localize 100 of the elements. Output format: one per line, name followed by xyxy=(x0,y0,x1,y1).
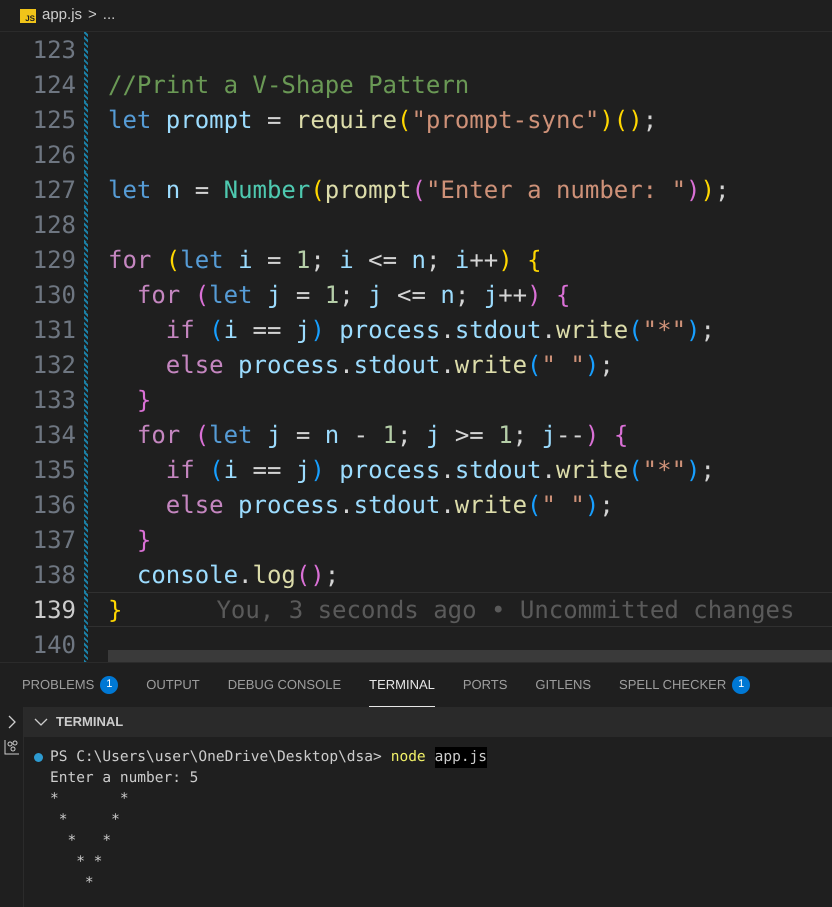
terminal-output: * xyxy=(84,875,94,891)
code-token: ; xyxy=(426,244,442,276)
line-number: 136 xyxy=(32,490,76,520)
code-token: ; xyxy=(714,174,730,206)
code-token: )() xyxy=(599,104,643,136)
panel-tab[interactable]: SPELL CHECKER 1 xyxy=(619,663,750,707)
code-token: j xyxy=(426,420,440,450)
code-token: n xyxy=(412,244,426,276)
code-token: == xyxy=(252,454,282,486)
code-token: ) xyxy=(584,420,600,450)
code-token: ; xyxy=(454,280,470,310)
breadcrumb-more[interactable]: ... xyxy=(102,4,116,27)
panel-tab[interactable]: OUTPUT xyxy=(146,663,200,707)
code-token: ++ xyxy=(469,244,498,276)
breadcrumb-separator: > xyxy=(88,5,97,26)
line-number: 131 xyxy=(32,314,76,346)
code-token: . xyxy=(440,490,455,520)
line-number: 129 xyxy=(32,244,76,276)
code-token: . xyxy=(339,350,354,380)
code-token: i xyxy=(224,314,238,346)
code-token: ; xyxy=(324,560,340,590)
code-token: ) xyxy=(686,174,700,206)
code-token: ) xyxy=(498,244,513,276)
panel-tab[interactable]: DEBUG CONSOLE xyxy=(228,663,342,707)
code-token: write xyxy=(556,314,628,346)
code-token: write xyxy=(454,350,528,380)
code-token: ( xyxy=(310,174,325,206)
line-number: 127 xyxy=(32,174,76,206)
code-token: //Print a V-Shape Pattern xyxy=(108,70,470,100)
count-badge: 1 xyxy=(732,676,750,694)
code-token: let xyxy=(209,420,253,450)
chevron-right-icon[interactable] xyxy=(6,715,16,729)
breadcrumb-file[interactable]: app.js xyxy=(42,4,82,27)
line-number: 135 xyxy=(32,454,76,486)
code-token: stdout xyxy=(354,490,440,520)
line-number: 133 xyxy=(32,384,76,416)
line-number: 124 xyxy=(32,70,76,100)
code-token: = xyxy=(266,244,282,276)
code-token: "Enter a number: " xyxy=(426,174,686,206)
panel-tab[interactable]: PORTS xyxy=(462,663,508,707)
tree-view-icon[interactable] xyxy=(4,739,20,755)
line-number: 128 xyxy=(32,210,76,240)
code-token: ; xyxy=(310,244,326,276)
code-token: else xyxy=(164,490,224,520)
code-token: } xyxy=(136,384,152,416)
code-token: if xyxy=(164,454,195,486)
code-token: 1 xyxy=(296,244,310,276)
code-token: { xyxy=(526,244,542,276)
line-number: 130 xyxy=(32,280,76,310)
js-file-icon: JS xyxy=(20,8,36,22)
code-token: <= xyxy=(396,280,427,310)
code-token: <= xyxy=(367,244,398,276)
code-token: ) xyxy=(584,350,600,380)
terminal-prompt: PS C:\Users\user\OneDrive\Desktop\dsa> xyxy=(50,748,382,767)
code-token: - xyxy=(352,420,370,450)
code-token: log xyxy=(252,560,296,590)
code-token: ( xyxy=(164,244,180,276)
code-token: ( xyxy=(628,314,643,346)
code-token: j xyxy=(266,420,282,450)
code-token: process xyxy=(237,490,340,520)
code-token: 1 xyxy=(498,420,513,450)
terminal-output: Enter a number: 5 xyxy=(50,770,198,786)
code-token: stdout xyxy=(454,314,542,346)
terminal-command: node xyxy=(390,748,426,767)
code-token: else xyxy=(164,350,224,380)
code-token: "*" xyxy=(642,454,686,486)
code-token: j xyxy=(266,280,282,310)
code-token: ; xyxy=(700,314,715,346)
terminal-output: * * xyxy=(50,791,129,807)
code-token: . xyxy=(440,454,455,486)
code-token: ; xyxy=(642,104,658,136)
code-token: require xyxy=(296,104,398,136)
line-number: 137 xyxy=(32,524,76,556)
code-token: write xyxy=(556,454,628,486)
line-number: 125 xyxy=(32,104,76,136)
code-token: process xyxy=(237,350,340,380)
code-token: "*" xyxy=(642,314,686,346)
terminal-args: app.js xyxy=(434,747,488,768)
horizontal-scrollbar[interactable] xyxy=(108,650,832,662)
code-token: { xyxy=(555,280,570,310)
line-number: 138 xyxy=(32,560,76,590)
terminal-output: * * xyxy=(75,854,102,870)
chevron-down-icon[interactable] xyxy=(34,717,48,727)
code-token: n xyxy=(324,420,340,450)
code-token: j xyxy=(296,454,310,486)
code-token: ; xyxy=(599,350,614,380)
code-token: n xyxy=(164,174,180,206)
code-token: " " xyxy=(542,350,585,380)
line-number: 140 xyxy=(32,630,76,660)
panel-tab[interactable]: PROBLEMS 1 xyxy=(22,663,118,707)
code-token: ( xyxy=(527,350,542,380)
panel-tab[interactable]: GITLENS xyxy=(535,663,592,707)
code-token: ; xyxy=(512,420,528,450)
code-token: let xyxy=(108,174,152,206)
terminal-output: * * xyxy=(66,833,112,849)
code-token: ; xyxy=(700,454,715,486)
code-token: j xyxy=(542,420,556,450)
code-token: . xyxy=(339,490,354,520)
code-token: process xyxy=(338,314,440,346)
code-token: ) xyxy=(686,314,700,346)
